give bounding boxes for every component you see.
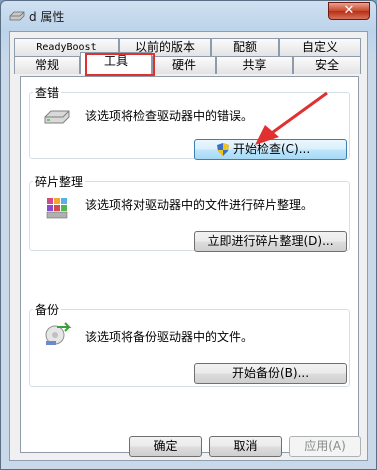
close-button[interactable]: ✕ bbox=[328, 2, 370, 20]
properties-window: d 属性 ✕ ReadyBoost 以前的版本 配额 自定义 常规 工具 硬件 … bbox=[0, 0, 377, 470]
drive-icon bbox=[9, 11, 25, 21]
annotation-arrow-icon bbox=[255, 91, 328, 145]
window-title: d 属性 bbox=[29, 10, 65, 24]
error-checking-label: 查错 bbox=[33, 84, 62, 101]
close-icon: ✕ bbox=[343, 3, 355, 18]
defrag-label: 碎片整理 bbox=[33, 173, 86, 190]
title-bar[interactable]: d 属性 ✕ bbox=[1, 1, 376, 31]
tab-general[interactable]: 常规 bbox=[14, 56, 80, 74]
start-backup-button[interactable]: 开始备份(B)... bbox=[194, 363, 347, 384]
error-checking-description: 该选项将检查驱动器中的错误。 bbox=[85, 109, 254, 123]
shield-icon bbox=[217, 143, 229, 156]
ok-button[interactable]: 确定 bbox=[129, 436, 202, 457]
cancel-button[interactable]: 取消 bbox=[209, 436, 282, 457]
defrag-now-button[interactable]: 立即进行碎片整理(D)... bbox=[194, 231, 347, 252]
tab-quota[interactable]: 配额 bbox=[211, 38, 279, 56]
backup-label: 备份 bbox=[33, 301, 62, 318]
tab-sharing[interactable]: 共享 bbox=[216, 56, 293, 74]
tab-customize[interactable]: 自定义 bbox=[279, 38, 361, 56]
backup-icon bbox=[45, 322, 72, 345]
backup-description: 该选项将备份驱动器中的文件。 bbox=[85, 330, 254, 344]
drive-check-icon bbox=[44, 110, 70, 124]
tab-highlight-box bbox=[85, 53, 155, 76]
apply-button[interactable]: 应用(A) bbox=[289, 436, 361, 457]
defrag-description: 该选项将对驱动器中的文件进行碎片整理。 bbox=[85, 198, 314, 212]
defrag-icon bbox=[46, 198, 68, 219]
tab-hardware[interactable]: 硬件 bbox=[152, 56, 216, 74]
tab-security[interactable]: 安全 bbox=[293, 56, 361, 74]
